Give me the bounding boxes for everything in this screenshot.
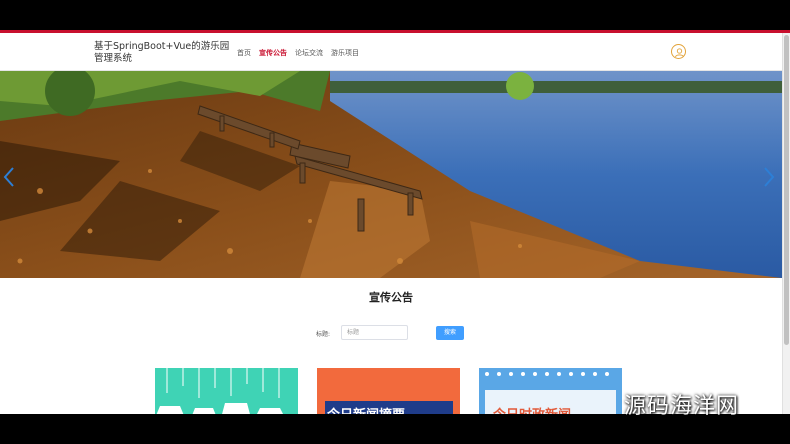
nav-item-announcements[interactable]: 宣传公告 — [259, 48, 287, 58]
user-avatar-icon[interactable] — [671, 44, 686, 59]
card-title: 今日时政新闻 — [493, 404, 571, 414]
card-title: 今日新闻摘要 — [327, 404, 405, 414]
browser-viewport: 基于SpringBoot+Vue的游乐园管理系统 首页 宣传公告 论坛交流 游乐… — [0, 30, 790, 414]
hero-carousel[interactable] — [0, 71, 782, 278]
nav-item-attractions[interactable]: 游乐项目 — [331, 48, 359, 58]
nav-item-forum[interactable]: 论坛交流 — [295, 48, 323, 58]
search-label: 标题: — [316, 331, 331, 338]
watermark-text: 源码海洋网 — [624, 394, 740, 419]
nav-item-home[interactable]: 首页 — [237, 48, 251, 58]
site-header: 基于SpringBoot+Vue的游乐园管理系统 首页 宣传公告 论坛交流 游乐… — [0, 33, 782, 71]
chevron-right-icon[interactable] — [762, 166, 776, 188]
search-button[interactable]: 搜索 — [436, 326, 464, 340]
announcement-card[interactable]: 今日新闻摘要 — [317, 368, 460, 414]
page-scrollbar[interactable] — [782, 33, 790, 414]
site-title[interactable]: 基于SpringBoot+Vue的游乐园管理系统 — [94, 41, 234, 65]
announcement-card[interactable]: 今日时政新闻 — [479, 368, 622, 414]
carousel-image — [0, 71, 782, 278]
card-thumbnail — [156, 368, 283, 414]
announcement-card[interactable] — [155, 368, 298, 414]
chevron-left-icon[interactable] — [2, 166, 16, 188]
search-input[interactable]: 标题 — [341, 325, 408, 340]
scrollbar-thumb[interactable] — [784, 35, 789, 345]
section-title: 宣传公告 — [369, 291, 413, 304]
main-nav: 首页 宣传公告 论坛交流 游乐项目 — [237, 48, 359, 58]
